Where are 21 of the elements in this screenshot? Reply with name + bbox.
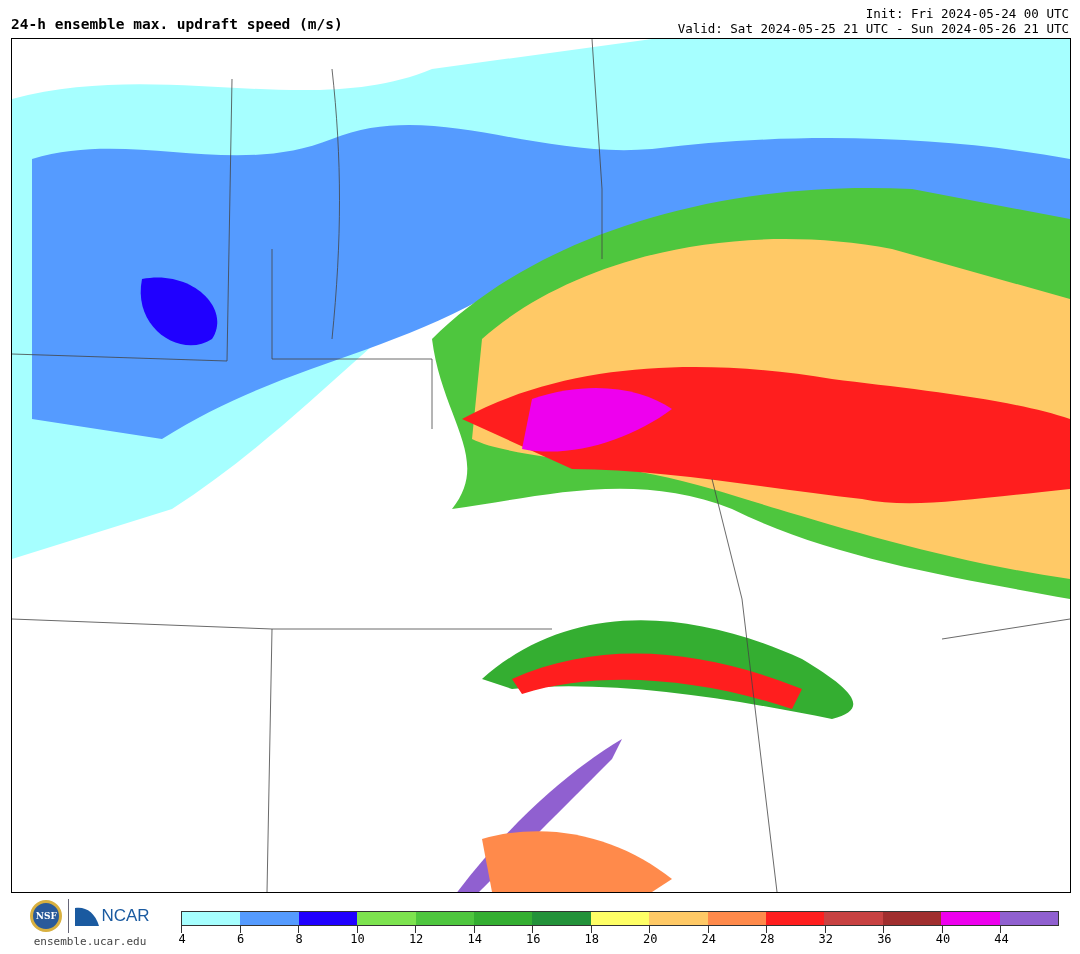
tick-label: 6: [235, 932, 246, 946]
tick-label: 10: [349, 932, 366, 946]
tick-label: 28: [759, 932, 776, 946]
tick-label: 36: [876, 932, 893, 946]
tick-label: 12: [407, 932, 425, 946]
valid-time: Valid: Sat 2024-05-25 21 UTC - Sun 2024-05-26 21 UTC: [677, 21, 1069, 36]
chart-title: 24-h ensemble max. updraft speed (m/s): [11, 16, 343, 34]
tick-label: 8: [294, 932, 304, 946]
site-url: ensemble.ucar.edu: [33, 935, 147, 948]
tick-label: 24: [700, 932, 717, 946]
tick-label: 20: [642, 932, 659, 946]
tick-label: 18: [583, 932, 600, 946]
tick-label: 14: [466, 932, 483, 946]
tick-label: 40: [934, 932, 952, 946]
seal-logo: NSF: [30, 900, 63, 932]
init-time: Init: Fri 2024-05-24 00 UTC: [864, 6, 1069, 21]
tick-label: 32: [817, 932, 835, 946]
tick-label: 44: [993, 932, 1010, 946]
tick-label: 4: [177, 932, 187, 946]
logo-text: NCAR: [101, 906, 150, 926]
tick-label: 16: [524, 932, 542, 946]
